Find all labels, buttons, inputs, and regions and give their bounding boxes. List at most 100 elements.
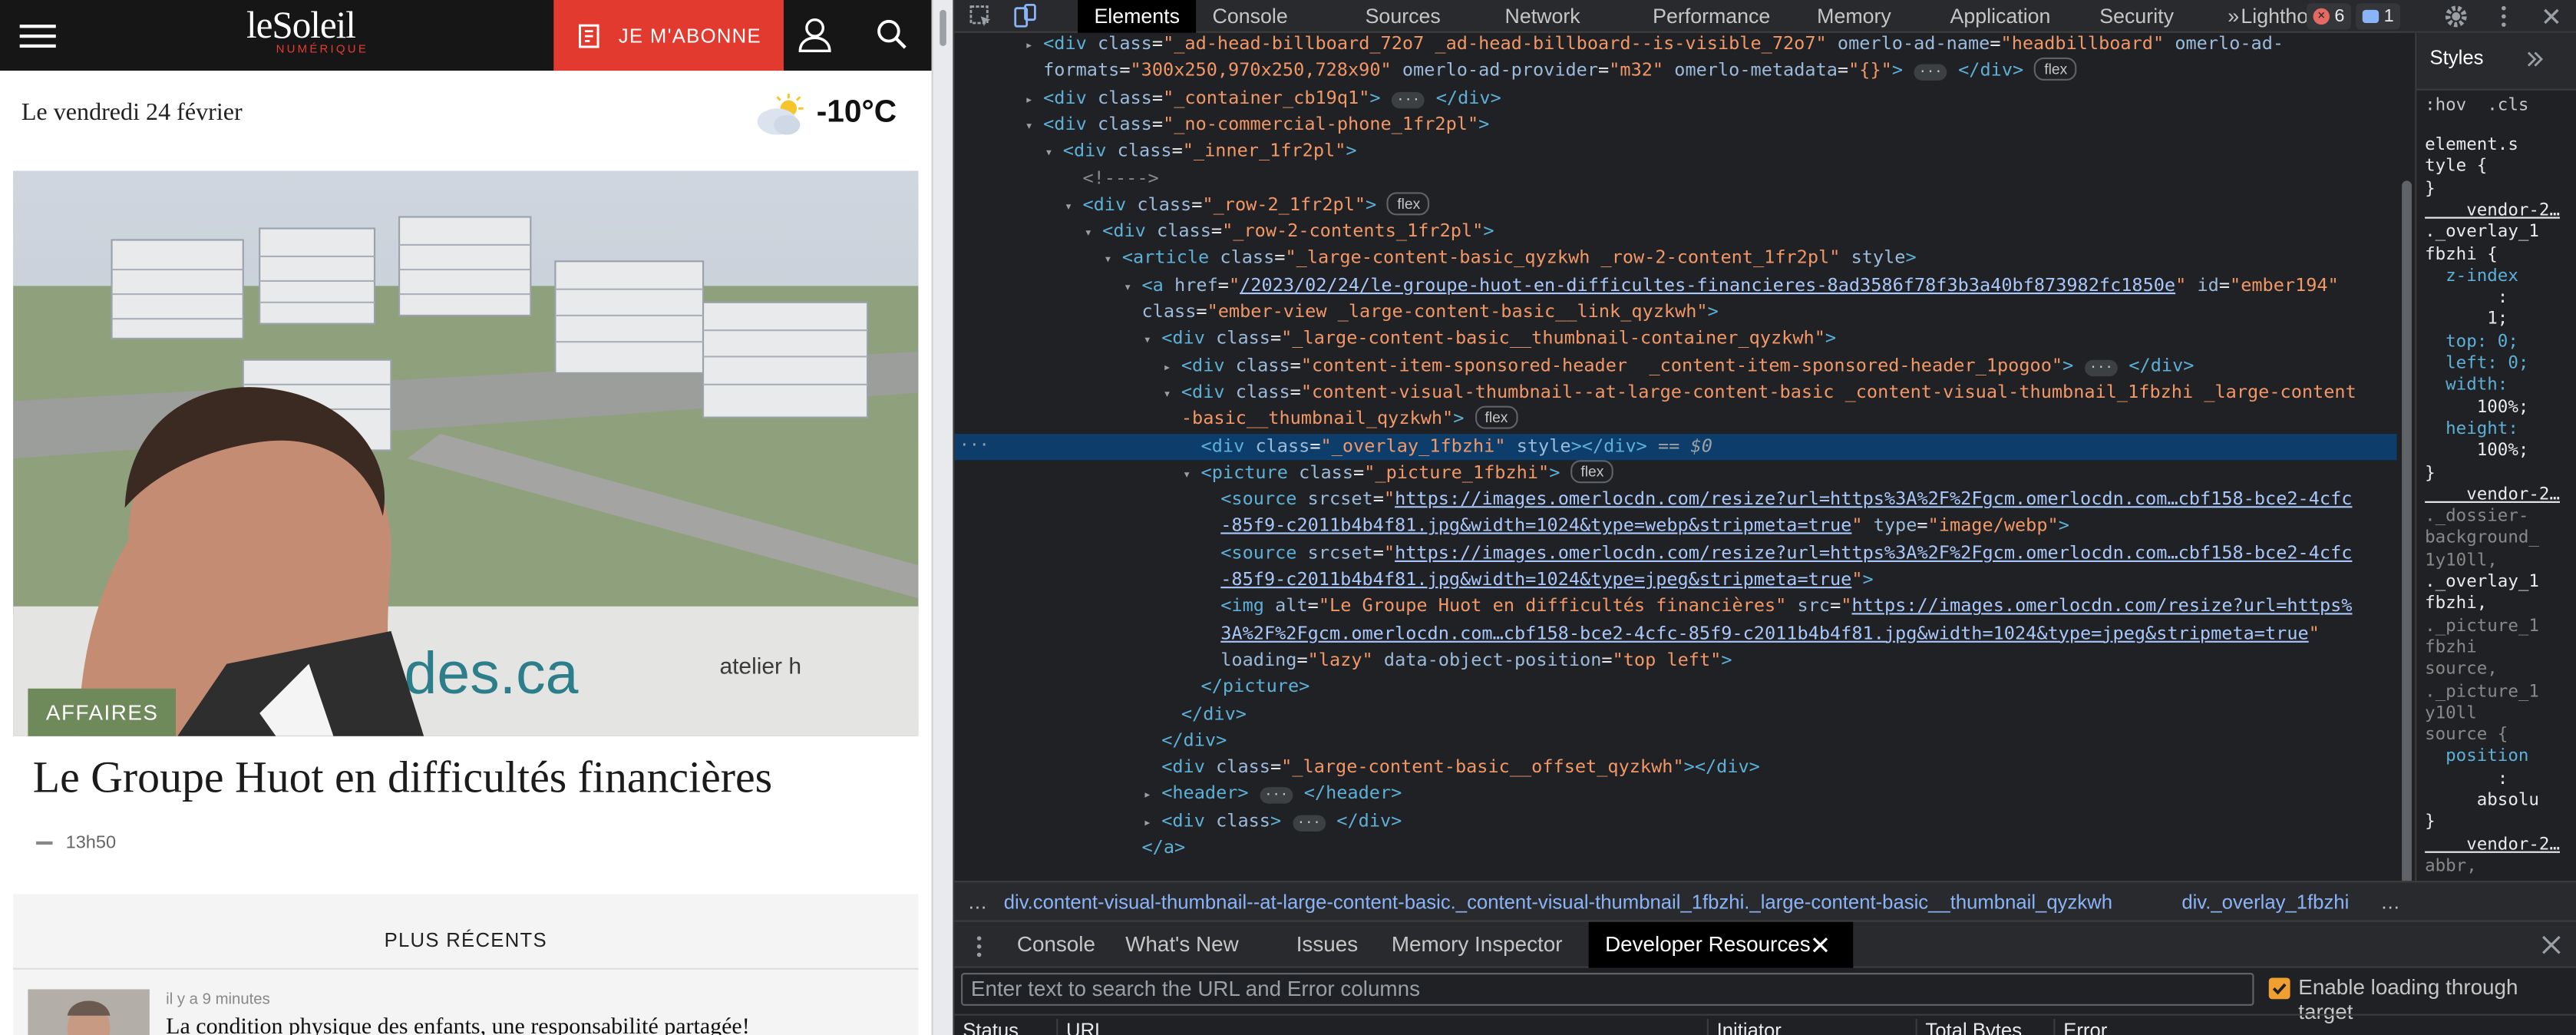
- recent-item-title[interactable]: La condition physique des enfants, une r…: [166, 1016, 750, 1035]
- expand-toggle-icon[interactable]: ▾: [1124, 274, 1142, 300]
- enable-loading-checkbox[interactable]: [2268, 977, 2290, 1000]
- dom-line[interactable]: -85f9-c2011b4b4f81.jpg&width=1024&type=j…: [955, 567, 2397, 594]
- breadcrumb-more[interactable]: …: [968, 882, 988, 920]
- dom-line[interactable]: -85f9-c2011b4b4f81.jpg&width=1024&type=w…: [955, 514, 2397, 541]
- dom-line[interactable]: loading="lazy" data-object-position="top…: [955, 647, 2397, 674]
- dom-line[interactable]: </div>: [955, 728, 2397, 755]
- dom-line[interactable]: <div class="_large-content-basic__offset…: [955, 755, 2397, 782]
- tab-network[interactable]: Network: [1505, 0, 1580, 33]
- style-rule-line[interactable]: vendor-2…: [2425, 484, 2560, 506]
- style-rule-line[interactable]: vendor-2…: [2425, 834, 2560, 855]
- dom-line-selected[interactable]: ··· <div class="_overlay_1fbzhi" style></…: [954, 432, 2397, 460]
- dom-line[interactable]: ▾ <a href="/2023/02/24/le-groupe-huot-en-…: [955, 273, 2397, 299]
- more-tabs-button[interactable]: »: [2228, 0, 2239, 33]
- dom-line[interactable]: ▾ <div class="_row-2-contents_1fr2pl">: [955, 219, 2397, 246]
- inspect-element-icon[interactable]: [968, 3, 994, 29]
- column-header-status[interactable]: Status: [955, 1019, 1019, 1035]
- splitter-grip[interactable]: [940, 9, 946, 46]
- style-rule-line[interactable]: vendor-2…: [2425, 200, 2560, 222]
- expand-toggle-icon[interactable]: ▸: [1025, 33, 1044, 59]
- selected-node-ellipsis[interactable]: ···: [959, 433, 989, 459]
- column-header-url[interactable]: URL: [1056, 1018, 1105, 1035]
- dom-line[interactable]: ▾ <div class="_large-content-basic__thumb…: [955, 326, 2397, 352]
- close-drawer-icon[interactable]: [2541, 935, 2561, 955]
- column-header-total-bytes[interactable]: Total Bytes: [1915, 1018, 2022, 1035]
- dom-line[interactable]: ▸ <div class="_ad-head-billboard_72o7 _ad…: [955, 33, 2397, 58]
- dom-tree[interactable]: ▸ <div class="_ad-head-billboard_72o7 _ad…: [954, 33, 2397, 881]
- dom-line[interactable]: </div>: [955, 701, 2397, 728]
- pane-splitter[interactable]: [931, 0, 955, 1035]
- tab-performance[interactable]: Performance: [1653, 0, 1770, 33]
- expand-sidebar-icon[interactable]: [2525, 49, 2545, 69]
- tab-security[interactable]: Security: [2099, 0, 2174, 33]
- dom-line[interactable]: ▾ <div class="content-visual-thumbnail--a…: [955, 379, 2397, 406]
- recent-item-thumbnail[interactable]: [28, 989, 150, 1035]
- column-header-initiator[interactable]: Initiator: [1706, 1018, 1782, 1035]
- dom-line[interactable]: ▸ <header> ··· </header>: [955, 781, 2397, 808]
- dom-line[interactable]: -basic__thumbnail_qyzkwh"> flex: [955, 406, 2397, 433]
- dom-line[interactable]: <img alt="Le Groupe Huot en difficultés …: [955, 594, 2397, 620]
- dom-line[interactable]: <source srcset="https://images.omerlocdn…: [955, 540, 2397, 567]
- hero-image[interactable]: des.ca atelier h: [13, 170, 919, 736]
- expand-toggle-icon[interactable]: ▾: [1104, 247, 1122, 273]
- breadcrumb-item-overlay[interactable]: div._overlay_1fbzhi: [2181, 882, 2349, 920]
- site-logo[interactable]: leSoleil NUMÉRIQUE: [246, 5, 366, 55]
- dom-line[interactable]: ▸ <div class="content-item-sponsored-head…: [955, 352, 2397, 379]
- dom-line[interactable]: <source srcset="https://images.omerlocdn…: [955, 487, 2397, 514]
- expand-toggle-icon[interactable]: ▾: [1025, 113, 1044, 139]
- tab-styles[interactable]: Styles: [2430, 46, 2484, 69]
- column-header-error[interactable]: Error: [2053, 1018, 2107, 1035]
- expand-toggle-icon[interactable]: ▾: [1085, 220, 1103, 246]
- category-badge[interactable]: AFFAIRES: [28, 688, 177, 736]
- close-tab-icon[interactable]: [1812, 937, 1828, 953]
- expand-toggle-icon[interactable]: ▸: [1144, 783, 1162, 809]
- drawer-menu-icon[interactable]: [974, 935, 984, 958]
- user-icon[interactable]: [795, 15, 834, 54]
- dom-line[interactable]: formats="300x250,970x250,728x90" omerlo-…: [955, 58, 2397, 85]
- expand-toggle-icon[interactable]: ▾: [1163, 381, 1181, 407]
- dom-line[interactable]: 3A%2F%2Fgcm.omerlocdn.com…cbf158-bce2-4c…: [955, 620, 2397, 647]
- gear-icon[interactable]: [2443, 3, 2469, 29]
- kebab-menu-icon[interactable]: [2491, 3, 2517, 29]
- tab-application[interactable]: Application: [1950, 0, 2051, 33]
- expand-toggle-icon[interactable]: ▸: [1025, 87, 1044, 113]
- dom-line[interactable]: ▾ <picture class="_picture_1fbzhi"> flex: [955, 459, 2397, 488]
- tab-sources[interactable]: Sources: [1366, 0, 1441, 33]
- drawer-tab-issues[interactable]: Issues: [1296, 922, 1358, 968]
- dom-line[interactable]: ▾ <div class="_no-commercial-phone_1fr2pl…: [955, 111, 2397, 138]
- dom-line[interactable]: ▾ <div class="_inner_1fr2pl">: [955, 138, 2397, 165]
- dom-line[interactable]: class="ember-view _large-content-basic__…: [955, 299, 2397, 326]
- dom-line[interactable]: ▾ <div class="_row-2_1fr2pl"> flex: [955, 191, 2397, 220]
- close-icon[interactable]: [2538, 3, 2564, 29]
- dom-line[interactable]: ▾ <article class="_large-content-basic_qy…: [955, 246, 2397, 273]
- drawer-tab-console[interactable]: Console: [1017, 922, 1095, 968]
- expand-toggle-icon[interactable]: ▾: [1065, 193, 1083, 220]
- dom-scrollbar[interactable]: [2396, 32, 2417, 904]
- expand-toggle-icon[interactable]: ▾: [1183, 461, 1201, 488]
- drawer-tab-memory-inspector[interactable]: Memory Inspector: [1392, 922, 1563, 968]
- expand-toggle-icon[interactable]: ▸: [1144, 809, 1162, 835]
- search-icon[interactable]: [872, 15, 911, 54]
- device-toolbar-icon[interactable]: [1012, 3, 1038, 29]
- menu-icon[interactable]: [19, 18, 56, 51]
- breadcrumb-more-right[interactable]: …: [2380, 882, 2400, 920]
- dom-line[interactable]: </a>: [955, 835, 2397, 861]
- dom-line[interactable]: <!---->: [955, 165, 2397, 192]
- tab-elements[interactable]: Elements: [1078, 0, 1197, 33]
- styles-filter-buttons[interactable]: :hov .cls: [2425, 95, 2528, 117]
- expand-toggle-icon[interactable]: ▾: [1045, 140, 1063, 166]
- breadcrumb-item-thumbnail[interactable]: div.content-visual-thumbnail--at-large-c…: [1004, 882, 2112, 920]
- tab-memory[interactable]: Memory: [1817, 0, 1891, 33]
- dom-line[interactable]: </picture>: [955, 674, 2397, 701]
- dom-scrollbar-thumb[interactable]: [2402, 180, 2412, 904]
- errors-pill[interactable]: × 6: [2306, 3, 2352, 30]
- subscribe-button[interactable]: JE M'ABONNE: [553, 0, 784, 71]
- messages-pill[interactable]: 1: [2356, 3, 2401, 30]
- dom-line[interactable]: ▸ <div class="_container_cb19q1"> ··· </d…: [955, 84, 2397, 111]
- tab-console[interactable]: Console: [1213, 0, 1288, 33]
- expand-toggle-icon[interactable]: ▾: [1144, 328, 1162, 354]
- drawer-tab-what-s-new[interactable]: What's New: [1125, 922, 1239, 968]
- dom-line[interactable]: ▸ <div class> ··· </div>: [955, 808, 2397, 835]
- url-filter-input[interactable]: Enter text to search the URL and Error c…: [961, 973, 2254, 1006]
- expand-toggle-icon[interactable]: ▸: [1163, 354, 1181, 380]
